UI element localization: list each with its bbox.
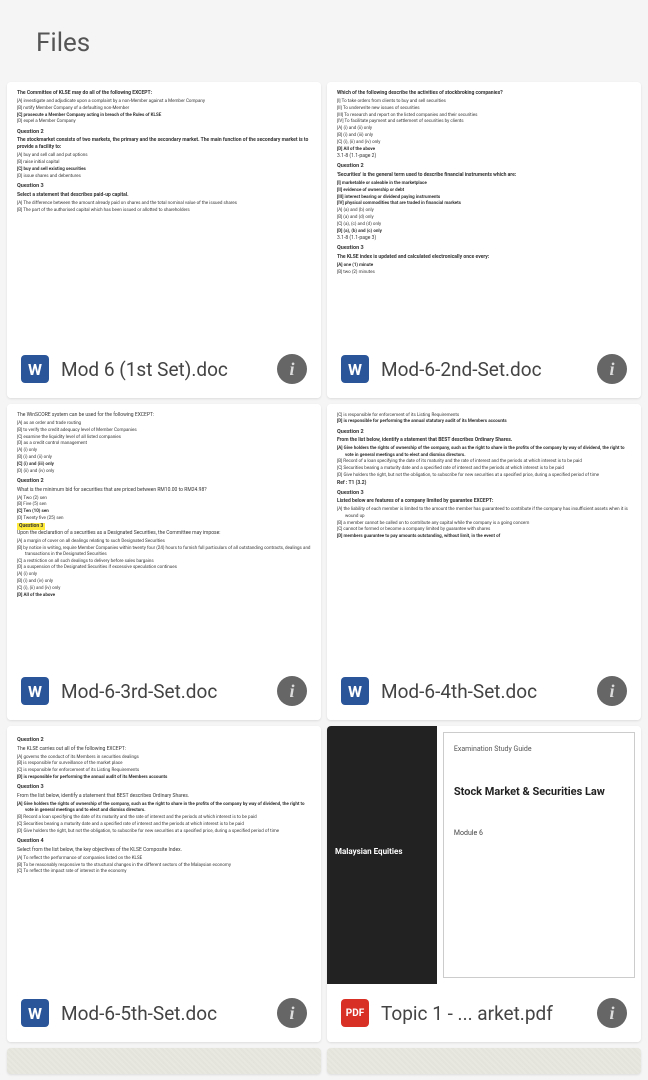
files-header: Files [0, 0, 648, 82]
info-button[interactable]: i [597, 676, 627, 706]
file-card-partial[interactable] [327, 1048, 641, 1074]
word-icon: W [21, 999, 49, 1027]
info-button[interactable]: i [277, 998, 307, 1028]
file-card[interactable]: The WinSCORE system can be used for the … [7, 404, 321, 720]
word-icon: W [341, 677, 369, 705]
info-button[interactable]: i [277, 676, 307, 706]
file-card-partial[interactable] [7, 1048, 321, 1074]
file-thumbnail: [C] is responsible for enforcement of it… [327, 404, 641, 662]
header-title: Files [36, 28, 612, 58]
file-info-row: PDF Topic 1 - ... arket.pdf i [327, 984, 641, 1042]
file-thumbnail: The WinSCORE system can be used for the … [7, 404, 321, 662]
word-icon: W [21, 677, 49, 705]
pdf-cover-left: Malaysian Equities [327, 726, 437, 984]
file-info-row: W Mod 6 (1st Set).doc i [7, 340, 321, 398]
file-thumbnail: Malaysian Equities Examination Study Gui… [327, 726, 641, 984]
info-button[interactable]: i [277, 354, 307, 384]
file-card[interactable]: [C] is responsible for enforcement of it… [327, 404, 641, 720]
file-name: Mod-6-2nd-Set.doc [381, 358, 585, 381]
file-thumbnail: The Committee of KLSE may do all of the … [7, 82, 321, 340]
files-grid: The Committee of KLSE may do all of the … [0, 82, 648, 1074]
file-name: Mod-6-4th-Set.doc [381, 680, 585, 703]
file-info-row: W Mod-6-4th-Set.doc i [327, 662, 641, 720]
file-info-row: W Mod-6-5th-Set.doc i [7, 984, 321, 1042]
info-button[interactable]: i [597, 998, 627, 1028]
file-name: Mod 6 (1st Set).doc [61, 358, 265, 381]
file-card[interactable]: The Committee of KLSE may do all of the … [7, 82, 321, 398]
file-name: Topic 1 - ... arket.pdf [381, 1002, 585, 1025]
file-card[interactable]: Question 2 The KLSE carries out all of t… [7, 726, 321, 1042]
word-icon: W [341, 355, 369, 383]
file-thumbnail: Question 2 The KLSE carries out all of t… [7, 726, 321, 984]
file-info-row: W Mod-6-2nd-Set.doc i [327, 340, 641, 398]
file-name: Mod-6-3rd-Set.doc [61, 680, 265, 703]
file-info-row: W Mod-6-3rd-Set.doc i [7, 662, 321, 720]
file-card[interactable]: Malaysian Equities Examination Study Gui… [327, 726, 641, 1042]
info-button[interactable]: i [597, 354, 627, 384]
file-card[interactable]: Which of the following describe the acti… [327, 82, 641, 398]
pdf-icon: PDF [341, 999, 369, 1027]
file-thumbnail: Which of the following describe the acti… [327, 82, 641, 340]
word-icon: W [21, 355, 49, 383]
file-name: Mod-6-5th-Set.doc [61, 1002, 265, 1025]
pdf-cover-right: Examination Study Guide Stock Market & S… [443, 732, 635, 978]
